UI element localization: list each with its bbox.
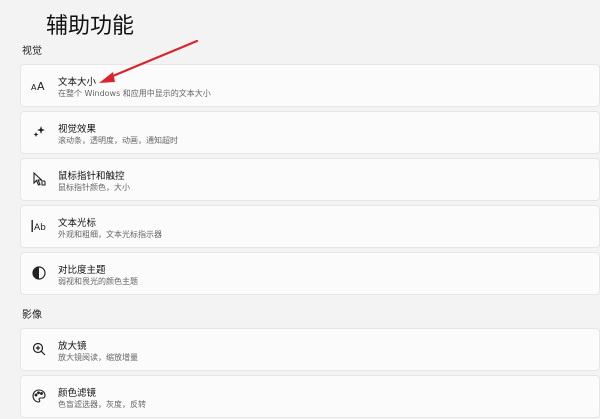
setting-title: 文本光标 [58, 218, 97, 229]
color-filter-icon [31, 388, 47, 404]
text-size-icon: AA [31, 77, 47, 93]
setting-description: 在整个 Windows 和应用中显示的文本大小 [58, 89, 211, 98]
svg-text:A: A [37, 80, 45, 91]
setting-description: 滚动条，透明度，动画，通知超时 [58, 136, 178, 145]
setting-mouse-pointer-touch[interactable]: 鼠标指针和触控 鼠标指针颜色，大小 [20, 158, 600, 201]
setting-magnifier[interactable]: 放大镜 放大镜阅读，缩放增量 [20, 328, 600, 371]
text-cursor-icon: Ab [31, 218, 47, 234]
setting-visual-effects[interactable]: 视觉效果 滚动条，透明度，动画，通知超时 [20, 111, 600, 154]
setting-title: 颜色滤镜 [58, 388, 97, 399]
setting-title: 放大镜 [58, 341, 87, 352]
contrast-theme-icon [31, 265, 47, 281]
section-header-imaging: 影像 [22, 310, 42, 321]
setting-text-cursor[interactable]: Ab 文本光标 外观和粗细，文本光标指示器 [20, 205, 600, 248]
svg-text:Ab: Ab [34, 223, 46, 233]
setting-title: 视觉效果 [58, 124, 97, 135]
setting-description: 鼠标指针颜色，大小 [58, 183, 130, 192]
page-title: 辅助功能 [46, 14, 135, 39]
setting-title: 鼠标指针和触控 [58, 171, 125, 182]
magnifier-icon [31, 341, 47, 357]
visual-effects-icon [31, 124, 47, 140]
mouse-pointer-touch-icon [31, 171, 47, 187]
setting-description: 外观和粗细，文本光标指示器 [58, 230, 162, 239]
setting-text-size[interactable]: AA 文本大小 在整个 Windows 和应用中显示的文本大小 [20, 64, 600, 107]
setting-title: 对比度主题 [58, 265, 106, 276]
setting-contrast-theme[interactable]: 对比度主题 弱视和畏光的颜色主题 [20, 252, 600, 295]
setting-description: 放大镜阅读，缩放增量 [58, 353, 138, 362]
setting-description: 色盲滤选器，灰度，反转 [58, 400, 146, 409]
setting-description: 弱视和畏光的颜色主题 [58, 277, 138, 286]
section-header-vision: 视觉 [22, 46, 42, 57]
setting-title: 文本大小 [58, 77, 97, 88]
setting-color-filter[interactable]: 颜色滤镜 色盲滤选器，灰度，反转 [20, 375, 600, 418]
